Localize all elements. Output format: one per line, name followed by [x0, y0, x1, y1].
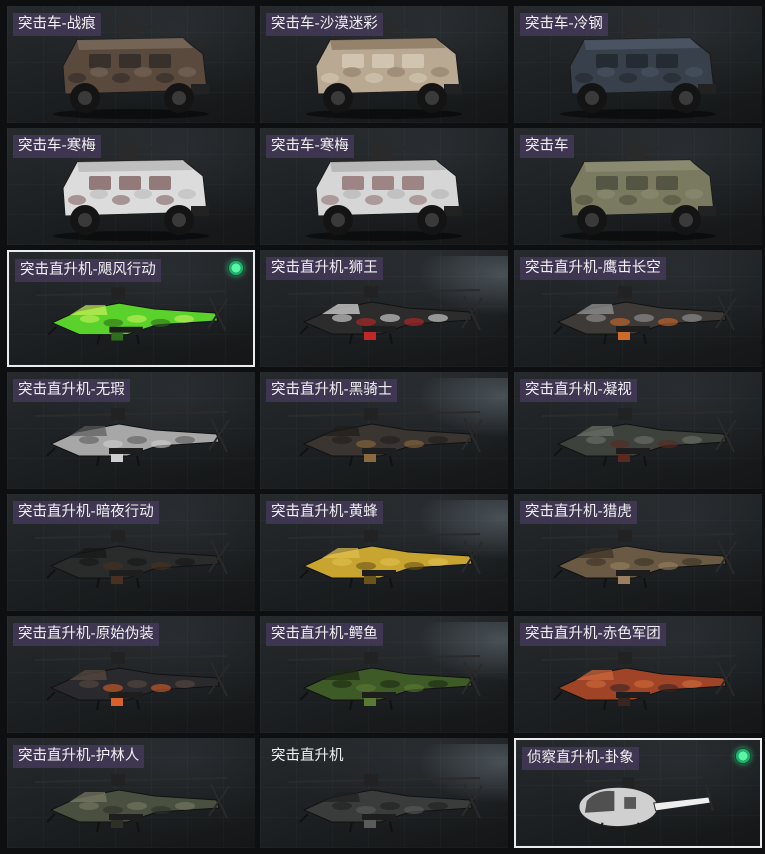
vehicle-skin-tile[interactable]: 突击直升机-狮王 [260, 250, 508, 367]
attack-helicopter-icon [541, 530, 737, 589]
scout-helicopter-icon [578, 776, 714, 830]
skin-name-label: 突击直升机-鹰击长空 [520, 257, 666, 280]
skin-name-label: 突击直升机-赤色军团 [520, 623, 666, 646]
skin-name-label: 突击直升机-原始伪装 [13, 623, 159, 646]
vehicle-skin-tile[interactable]: 突击直升机-无瑕 [7, 372, 255, 489]
vehicle-skin-tile[interactable]: 突击直升机-鹰击长空 [514, 250, 762, 367]
attack-helicopter-icon [287, 652, 483, 711]
vehicle-skin-tile[interactable]: 突击直升机 [260, 738, 508, 848]
vehicle-skin-tile[interactable]: 突击车-寒梅 [7, 128, 255, 245]
skin-name-label: 突击直升机-狮王 [266, 257, 383, 280]
skin-name-label: 突击车-寒梅 [13, 135, 101, 158]
vehicle-skin-tile[interactable]: 侦察直升机-卦象 [514, 738, 762, 848]
skin-name-label: 突击车-冷钢 [520, 13, 608, 36]
attack-helicopter-icon [34, 530, 230, 589]
attack-helicopter-icon [541, 286, 737, 345]
skin-name-label: 突击直升机-凝视 [520, 379, 637, 402]
vehicle-skin-tile[interactable]: 突击直升机-飓风行动 [7, 250, 255, 367]
vehicle-skin-tile[interactable]: 突击直升机-鳄鱼 [260, 616, 508, 733]
skin-name-label: 突击直升机-黄蜂 [266, 501, 383, 524]
skin-name-label: 突击直升机 [271, 748, 344, 764]
attack-helicopter-icon [287, 286, 483, 345]
skin-name-label: 突击车-寒梅 [266, 135, 354, 158]
vehicle-skin-tile[interactable]: 突击车-战痕 [7, 6, 255, 123]
skin-name-label: 突击直升机-猎虎 [520, 501, 637, 524]
skin-name-label: 突击直升机-护林人 [13, 745, 145, 768]
vehicle-skin-tile[interactable]: 突击直升机-原始伪装 [7, 616, 255, 733]
attack-helicopter-icon [36, 287, 229, 345]
skin-name-label: 突击直升机-飓风行动 [15, 259, 161, 282]
attack-helicopter-icon [287, 774, 483, 833]
vehicle-skin-tile[interactable]: 突击直升机-黑骑士 [260, 372, 508, 489]
attack-helicopter-icon [34, 774, 230, 833]
vehicle-skin-tile[interactable]: 突击车 [514, 128, 762, 245]
vehicle-skin-tile[interactable]: 突击直升机-暗夜行动 [7, 494, 255, 611]
skin-name-label: 突击车 [520, 135, 574, 158]
skin-name-label: 突击车-沙漠迷彩 [266, 13, 383, 36]
attack-helicopter-icon [541, 408, 737, 467]
skin-name-label: 突击直升机-鳄鱼 [266, 623, 383, 646]
skin-name-label: 突击直升机-黑骑士 [266, 379, 398, 402]
equipped-indicator-icon [735, 748, 751, 764]
vehicle-skin-tile[interactable]: 突击车-寒梅 [260, 128, 508, 245]
attack-helicopter-icon [541, 652, 737, 711]
vehicle-skin-tile[interactable]: 突击直升机-护林人 [7, 738, 255, 848]
skin-name-label: 突击车-战痕 [13, 13, 101, 36]
skin-name-label: 突击直升机-暗夜行动 [13, 501, 159, 524]
attack-helicopter-icon [287, 530, 483, 589]
skin-name-label: 侦察直升机-卦象 [522, 747, 639, 770]
vehicle-skin-tile[interactable]: 突击直升机-凝视 [514, 372, 762, 489]
attack-helicopter-icon [34, 408, 230, 467]
vehicle-skin-tile[interactable]: 突击直升机-猎虎 [514, 494, 762, 611]
attack-helicopter-icon [287, 408, 483, 467]
skin-name-label: 突击直升机-无瑕 [13, 379, 130, 402]
attack-helicopter-icon [34, 652, 230, 711]
armored-truck-icon [560, 134, 716, 241]
vehicle-skin-tile[interactable]: 突击车-沙漠迷彩 [260, 6, 508, 123]
vehicle-skin-tile[interactable]: 突击车-冷钢 [514, 6, 762, 123]
vehicle-skin-grid: 突击车-战痕 突击车-沙漠迷彩 突击车-冷钢突击车-寒梅 突击车-寒梅 突击车突击直升机… [0, 0, 765, 854]
vehicle-skin-tile[interactable]: 突击直升机-黄蜂 [260, 494, 508, 611]
vehicle-skin-tile[interactable]: 突击直升机-赤色军团 [514, 616, 762, 733]
equipped-indicator-icon [228, 260, 244, 276]
